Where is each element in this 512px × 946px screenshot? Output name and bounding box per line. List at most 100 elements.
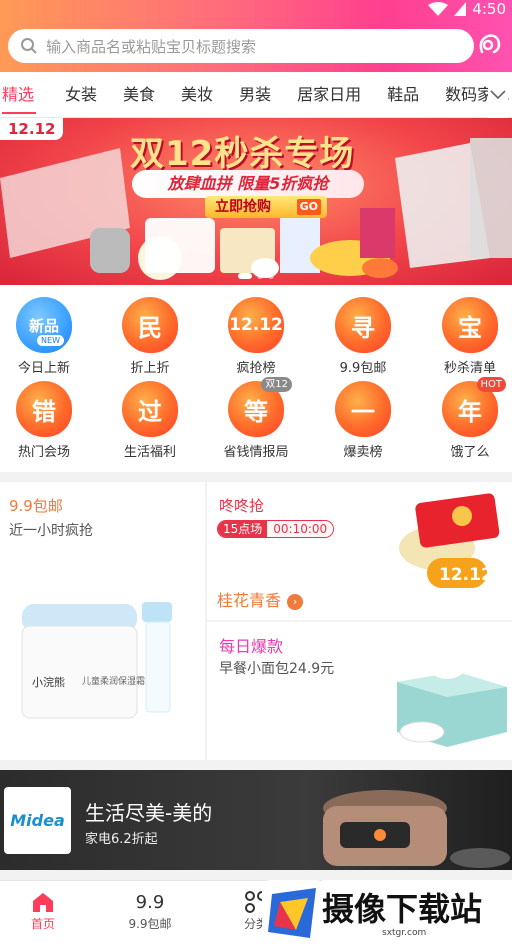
cream-name: 儿童柔润保湿霜	[82, 677, 146, 687]
category-tabs: 精选 女装 美食 美妆 男装 居家日用 鞋品 数码家电	[0, 72, 512, 118]
daily-hot-card[interactable]: 每日爆款 早餐小面包24.9元	[207, 622, 512, 760]
category-icon-text: 过	[138, 397, 162, 426]
cuo-icon: 错	[16, 381, 72, 437]
search-input[interactable]: 输入商品名或粘贴宝贝标题搜索	[46, 36, 256, 57]
watermark-url: sxtgr.com	[382, 928, 427, 938]
banner-buy-label: 立即抢购	[215, 199, 271, 215]
category-label: 秒杀清单	[443, 361, 496, 376]
watermark: 摄像下载站 sxtgr.com	[262, 878, 512, 946]
nine-nine-icon: 9.9	[135, 891, 165, 913]
category-grid: 新品 NEW 今日上新 民 折上折 12.12 疯抢榜 寻 9.9包邮 宝 秒杀…	[0, 285, 512, 472]
brand-subtitle: 家电6.2折起	[85, 832, 158, 847]
daily-hot-title: 每日爆款	[219, 637, 284, 656]
category-icon-text: 错	[32, 397, 56, 426]
tab-food[interactable]: 美食	[110, 72, 168, 118]
tab-featured[interactable]: 精选	[0, 72, 40, 118]
brand-banner[interactable]: Midea 生活尽美-美的 家电6.2折起	[0, 770, 512, 870]
tab-shoes[interactable]: 鞋品	[374, 72, 432, 118]
deng-icon: 等 双12	[228, 377, 292, 437]
min-icon: 民	[122, 297, 178, 353]
category-icon-text: 寻	[351, 313, 375, 342]
tab-women[interactable]: 女装	[52, 72, 110, 118]
chevron-down-icon	[490, 90, 506, 100]
category-label: 省钱情报局	[223, 445, 289, 460]
banner-title: 双12秒杀专场	[130, 134, 355, 174]
category-label: 折上折	[130, 361, 170, 376]
status-time: 4:50	[472, 0, 506, 18]
nav-free-shipping[interactable]: 9.9 9.9包邮	[110, 889, 190, 932]
watermark-logo-icon	[268, 888, 316, 938]
nav-free-shipping-label: 9.9包邮	[128, 917, 172, 931]
category-icon-text: 年	[458, 397, 482, 426]
category-icon-text: 一	[351, 397, 375, 426]
bao-icon: 宝	[442, 297, 498, 353]
nian-icon: 年 HOT	[442, 377, 506, 437]
osmanthus-link[interactable]: 桂花青香 ›	[217, 587, 304, 611]
tabs-expand-button[interactable]	[488, 72, 508, 118]
category-label: 热门会场	[17, 445, 70, 460]
category-icon-text: 宝	[458, 313, 482, 342]
category-flash-list[interactable]: 宝 秒杀清单	[420, 297, 512, 376]
tab-home[interactable]: 居家日用	[284, 72, 374, 118]
category-rank[interactable]: 12.12 疯抢榜	[206, 297, 306, 376]
session-label: 15点场	[218, 521, 268, 537]
category-label: 今日上新	[17, 361, 70, 376]
flash-badge: 12.12	[439, 565, 493, 585]
category-label: 生活福利	[123, 445, 176, 460]
battery-icon	[454, 2, 467, 16]
brand-title: 生活尽美-美的	[85, 801, 213, 825]
rice-cooker-image	[323, 790, 510, 868]
category-bestseller[interactable]: 一 爆卖榜	[313, 381, 413, 460]
double-twelve-badge: 双12	[261, 377, 292, 392]
free-shipping-title: 9.9包邮	[9, 497, 63, 515]
double-twelve-icon: 12.12	[228, 297, 284, 353]
midea-logo: Midea	[4, 787, 71, 854]
watermark-title: 摄像下载站	[322, 890, 483, 928]
flash-sale-card[interactable]: 咚咚抢 15点场 00:10:00 12.12 桂花青香 ›	[207, 482, 512, 620]
carousel-dot	[257, 273, 263, 279]
cream-brand: 小浣熊	[32, 676, 65, 689]
carousel-dot	[268, 273, 274, 279]
search-bar[interactable]: 输入商品名或粘贴宝贝标题搜索	[8, 29, 474, 63]
search-icon	[21, 38, 37, 54]
category-eleme[interactable]: 年 HOT 饿了么	[420, 377, 512, 460]
category-icon-text: 等	[244, 397, 268, 426]
service-icon[interactable]	[474, 30, 504, 60]
new-icon: 新品 NEW	[16, 297, 72, 353]
carousel-dot	[238, 273, 252, 279]
banner-slogan: 放肆血拼 限量5折疯抢	[132, 170, 364, 198]
category-savings-bureau[interactable]: 等 双12 省钱情报局	[206, 377, 306, 460]
category-hot-venue[interactable]: 错 热门会场	[0, 381, 94, 460]
category-label: 饿了么	[450, 445, 490, 460]
carousel-indicator	[238, 273, 274, 279]
category-label: 疯抢榜	[236, 361, 276, 376]
cream-product-image	[21, 602, 172, 719]
nav-home[interactable]: 首页	[3, 889, 83, 932]
category-discount[interactable]: 民 折上折	[100, 297, 200, 376]
category-icon-text: 12.12	[229, 315, 283, 335]
countdown-value: 00:10:00	[267, 521, 334, 537]
bread-product-image	[397, 655, 507, 747]
tab-men[interactable]: 男装	[226, 72, 284, 118]
category-icon-text: 新品	[28, 316, 59, 335]
category-icon-text: 民	[138, 313, 162, 342]
hot-badge: HOT	[476, 377, 506, 392]
xun-icon: 寻	[335, 297, 391, 353]
app-screen: 4:50 输入商品名或粘贴宝贝标题搜索 精选 女装 美食 美妆 男装 居家日用 …	[0, 0, 512, 946]
guo-icon: 过	[122, 381, 178, 437]
flash-sale-title: 咚咚抢	[219, 497, 265, 515]
category-free-shipping[interactable]: 寻 9.9包邮	[313, 297, 413, 376]
category-new[interactable]: 新品 NEW 今日上新	[0, 297, 94, 376]
wifi-icon	[428, 2, 449, 16]
category-welfare[interactable]: 过 生活福利	[100, 381, 200, 460]
new-badge: NEW	[37, 335, 64, 346]
free-shipping-card[interactable]: 9.9包邮 近一小时疯抢 小浣熊 儿童柔润保湿霜	[0, 482, 204, 760]
nav-home-label: 首页	[30, 917, 55, 931]
banner-buy-button[interactable]: 立即抢购 GO	[205, 196, 327, 218]
yi-icon: 一	[335, 381, 391, 437]
home-icon	[33, 893, 53, 912]
header: 4:50 输入商品名或粘贴宝贝标题搜索	[0, 0, 512, 72]
tab-beauty[interactable]: 美妆	[168, 72, 226, 118]
promo-banner[interactable]: 12.12 双12秒杀专场 放肆血拼 限量5折疯抢 立即抢购 GO	[0, 118, 512, 285]
daily-hot-subtitle: 早餐小面包24.9元	[219, 661, 335, 677]
